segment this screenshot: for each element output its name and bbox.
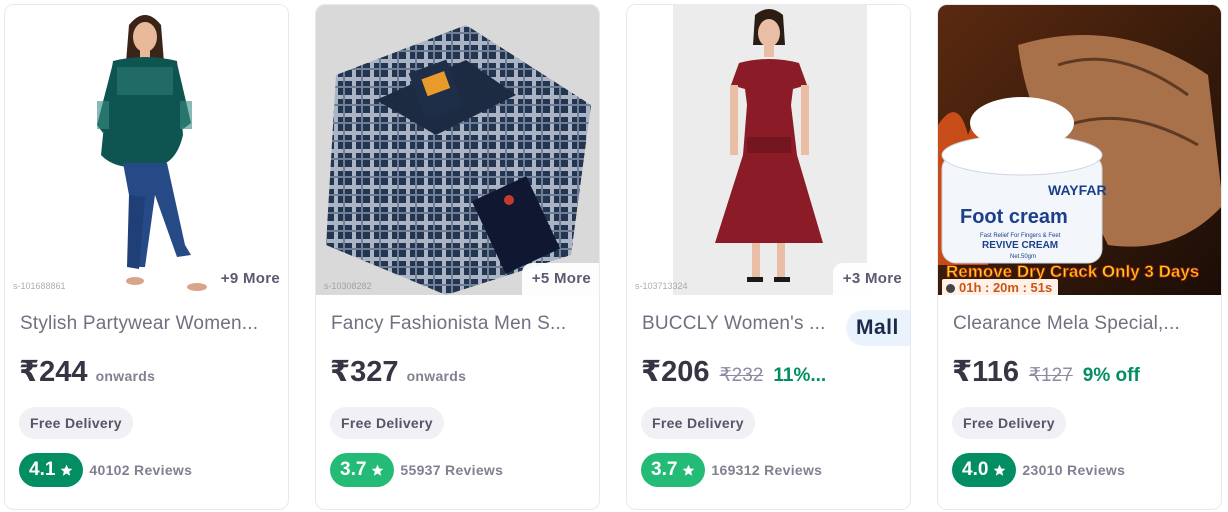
rating-row: 4.0 23010 Reviews	[952, 453, 1125, 487]
rating-value: 3.7	[651, 459, 678, 480]
original-price: ₹232	[719, 365, 764, 386]
price-onwards: onwards	[406, 368, 467, 384]
product-card[interactable]: WAYFAR Foot cream Fast Relief For Finger…	[937, 4, 1222, 510]
product-title[interactable]: BUCCLY Women's ...	[642, 313, 842, 335]
free-delivery-badge: Free Delivery	[641, 407, 755, 439]
rating-value: 4.0	[962, 459, 989, 480]
star-icon	[61, 464, 73, 476]
discount-label: 9% off	[1082, 365, 1140, 386]
price-onwards: onwards	[95, 368, 156, 384]
review-count: 40102 Reviews	[89, 462, 193, 478]
product-card[interactable]: s-101688861 +9 More Stylish Partywear Wo…	[4, 4, 289, 510]
rating-badge: 4.1	[19, 453, 84, 487]
more-variants-label[interactable]: +3 More	[832, 263, 910, 295]
jar-net: Net.50gm	[1010, 254, 1036, 260]
review-count: 23010 Reviews	[1022, 462, 1126, 478]
product-title[interactable]: Clearance Mela Special,...	[953, 313, 1211, 335]
product-title[interactable]: Stylish Partywear Women...	[20, 313, 278, 335]
price-row: ₹116 ₹127 9% off	[952, 354, 1140, 389]
product-image[interactable]: s-10308282 +5 More	[316, 5, 599, 295]
mall-logo-icon: Mall	[856, 316, 899, 339]
mall-badge: Mall	[846, 310, 910, 346]
rating-badge: 4.0	[952, 453, 1017, 487]
rating-value: 3.7	[340, 459, 367, 480]
image-watermark: s-101688861	[13, 281, 66, 291]
jar-subtitle: Fast Relief For Fingers & Feet	[980, 233, 1061, 239]
jar-brand: WAYFAR	[1048, 182, 1107, 198]
product-card[interactable]: s-103713324 +3 More Mall BUCCLY Women's …	[626, 4, 911, 510]
rating-row: 3.7 169312 Reviews	[641, 453, 822, 487]
star-icon	[683, 464, 695, 476]
star-icon	[372, 464, 384, 476]
product-title[interactable]: Fancy Fashionista Men S...	[331, 313, 589, 335]
more-variants-label[interactable]: +5 More	[521, 263, 599, 295]
free-delivery-badge: Free Delivery	[952, 407, 1066, 439]
price: ₹244	[19, 356, 88, 388]
free-delivery-badge: Free Delivery	[330, 407, 444, 439]
rating-badge: 3.7	[330, 453, 395, 487]
review-count: 169312 Reviews	[711, 462, 823, 478]
image-watermark: s-103713324	[635, 281, 688, 291]
review-count: 55937 Reviews	[400, 462, 504, 478]
rating-value: 4.1	[29, 459, 56, 480]
product-image[interactable]: WAYFAR Foot cream Fast Relief For Finger…	[938, 5, 1221, 295]
price: ₹116	[952, 356, 1019, 388]
price-row: ₹206 ₹232 11%...	[641, 354, 826, 389]
deal-timer: 01h : 20m : 51s	[942, 279, 1059, 295]
original-price: ₹127	[1028, 365, 1073, 386]
free-delivery-badge: Free Delivery	[19, 407, 133, 439]
clock-icon	[946, 283, 955, 293]
image-watermark: s-10308282	[324, 281, 372, 291]
more-variants-label[interactable]: +9 More	[210, 263, 288, 295]
rating-badge: 3.7	[641, 453, 706, 487]
star-icon	[994, 464, 1006, 476]
price: ₹327	[330, 356, 399, 388]
discount-label: 11%...	[773, 365, 827, 386]
rating-row: 3.7 55937 Reviews	[330, 453, 503, 487]
price-row: ₹327 onwards	[330, 354, 466, 389]
jar-title: Foot cream	[960, 206, 1068, 228]
price-row: ₹244 onwards	[19, 354, 155, 389]
product-image[interactable]: s-103713324 +3 More	[627, 5, 910, 295]
rating-row: 4.1 40102 Reviews	[19, 453, 192, 487]
price: ₹206	[641, 356, 710, 388]
timer-text: 01h : 20m : 51s	[959, 280, 1053, 295]
product-card[interactable]: s-10308282 +5 More Fancy Fashionista Men…	[315, 4, 600, 510]
product-image[interactable]: s-101688861 +9 More	[5, 5, 288, 295]
jar-name: REVIVE CREAM	[982, 240, 1058, 251]
